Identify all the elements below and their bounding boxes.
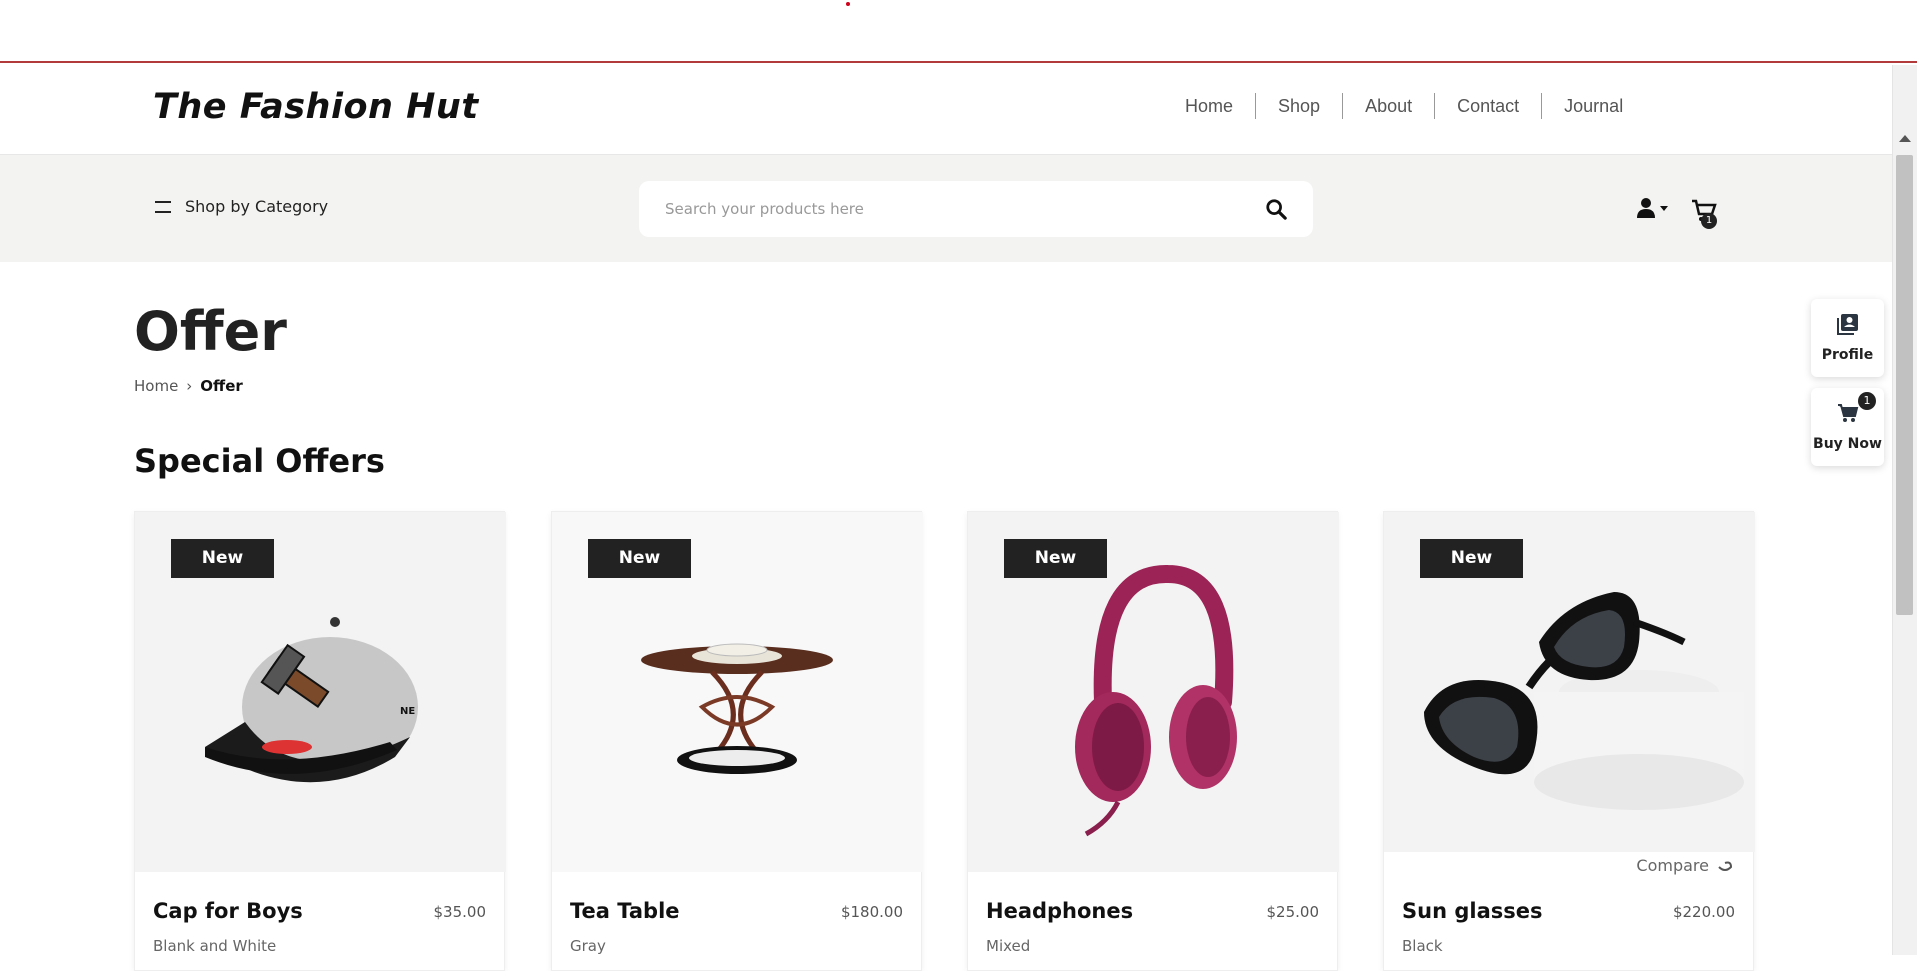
section-title: Special Offers [134, 442, 385, 480]
svg-text:NE: NE [400, 706, 415, 717]
buy-now-widget[interactable]: 1 Buy Now [1811, 388, 1884, 466]
product-name[interactable]: Tea Table [570, 899, 680, 923]
scrollbar-thumb[interactable] [1896, 155, 1913, 615]
new-badge: New [1420, 539, 1523, 578]
buy-now-label: Buy Now [1813, 436, 1882, 452]
site-header: The Fashion Hut Home Shop About Contact … [0, 65, 1892, 155]
product-name[interactable]: Cap for Boys [153, 899, 303, 923]
compare-button[interactable]: Compare [1636, 856, 1733, 875]
product-price: $220.00 [1672, 903, 1735, 921]
breadcrumb-home[interactable]: Home [134, 377, 178, 395]
profile-icon [1837, 314, 1858, 335]
site-logo[interactable]: The Fashion Hut [153, 87, 479, 127]
top-strip [0, 0, 1917, 63]
product-card[interactable]: New Compare Sun glasses $220.00 Black [1383, 511, 1755, 971]
search-input[interactable] [665, 181, 1225, 237]
product-color: Blank and White [153, 937, 277, 955]
new-badge: New [1004, 539, 1107, 578]
cart-icon [1838, 404, 1859, 422]
menu-icon [155, 200, 173, 213]
product-name[interactable]: Headphones [986, 899, 1133, 923]
buy-now-count-badge: 1 [1858, 392, 1876, 410]
nav-home[interactable]: Home [1163, 93, 1257, 119]
product-card[interactable]: NE New Cap for Boys $35.00 Blank and Whi… [134, 511, 506, 971]
compare-label: Compare [1636, 856, 1709, 875]
new-badge: New [588, 539, 691, 578]
breadcrumb-current: Offer [200, 377, 243, 395]
scroll-up-arrow-icon[interactable] [1899, 135, 1911, 142]
product-card[interactable]: New Tea Table $180.00 Gray [551, 511, 923, 971]
profile-widget[interactable]: Profile [1811, 299, 1884, 377]
cart-count-badge: 1 [1701, 213, 1717, 229]
nav-contact[interactable]: Contact [1435, 93, 1543, 119]
category-bar: Shop by Category 1 [0, 155, 1892, 262]
shop-by-category-button[interactable]: Shop by Category [155, 197, 328, 216]
main-nav: Home Shop About Contact Journal [1163, 93, 1645, 119]
product-price: $180.00 [840, 903, 903, 921]
nav-shop[interactable]: Shop [1256, 93, 1344, 119]
scrollbar[interactable] [1892, 65, 1917, 955]
product-price: $25.00 [1266, 903, 1320, 921]
new-badge: New [171, 539, 274, 578]
profile-label: Profile [1821, 347, 1874, 363]
product-color: Gray [570, 937, 606, 955]
compare-icon [1718, 861, 1733, 871]
user-menu-icon[interactable] [1636, 197, 1672, 219]
breadcrumb: Home › Offer [134, 377, 243, 395]
loading-dot [846, 2, 850, 6]
product-price: $35.00 [433, 903, 487, 921]
product-color: Mixed [986, 937, 1031, 955]
search-icon[interactable] [1265, 198, 1287, 220]
search-box [639, 181, 1313, 237]
nav-about[interactable]: About [1343, 93, 1436, 119]
shop-by-category-label: Shop by Category [185, 197, 329, 216]
nav-journal[interactable]: Journal [1542, 93, 1645, 119]
product-card[interactable]: New Headphones $25.00 Mixed [967, 511, 1339, 971]
page-title: Offer [134, 300, 287, 363]
chevron-right-icon: › [186, 377, 193, 395]
product-name[interactable]: Sun glasses [1402, 899, 1542, 923]
product-color: Black [1402, 937, 1443, 955]
